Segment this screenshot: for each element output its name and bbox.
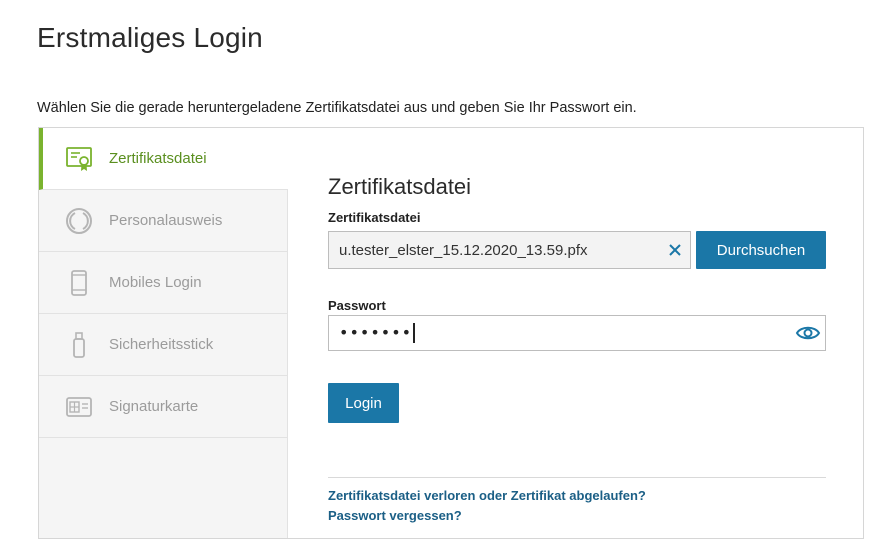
signature-card-icon [63,391,95,423]
lost-certificate-link[interactable]: Zertifikatsdatei verloren oder Zertifika… [328,488,646,503]
sidebar-item-personalausweis[interactable]: Personalausweis [39,190,287,252]
login-method-sidebar: Zertifikatsdatei Personalausweis Mobiles… [39,128,288,538]
eye-icon [795,326,821,340]
sidebar-item-sicherheitsstick[interactable]: Sicherheitsstick [39,314,287,376]
sidebar-item-zertifikatsdatei[interactable]: Zertifikatsdatei [39,128,288,190]
sidebar-item-signaturkarte[interactable]: Signaturkarte [39,376,287,438]
certificate-icon [63,143,95,175]
divider [328,477,826,478]
sidebar-item-mobiles-login[interactable]: Mobiles Login [39,252,287,314]
sidebar-item-label: Sicherheitsstick [109,336,214,353]
file-field-value: u.tester_elster_15.12.2020_13.59.pfx [339,241,588,259]
browse-button[interactable]: Durchsuchen [696,231,826,269]
id-card-icon [63,205,95,237]
intro-text: Wählen Sie die gerade heruntergeladene Z… [37,100,637,116]
close-icon [669,244,681,256]
clear-file-button[interactable] [660,235,690,265]
sidebar-item-label: Signaturkarte [109,398,199,415]
password-input[interactable]: ••••••• [328,315,826,351]
sidebar-item-label: Zertifikatsdatei [109,150,207,167]
login-button[interactable]: Login [328,383,399,423]
smartphone-icon [63,267,95,299]
sidebar-item-label: Mobiles Login [109,274,202,291]
show-password-button[interactable] [791,318,825,348]
password-value: ••••••• [339,323,791,344]
sidebar-item-label: Personalausweis [109,212,223,229]
password-field-label: Passwort [328,298,386,313]
sidebar-filler [39,438,287,538]
certificate-file-field[interactable]: u.tester_elster_15.12.2020_13.59.pfx [328,231,691,269]
login-form: Zertifikatsdatei Zertifikatsdatei u.test… [328,128,863,538]
usb-stick-icon [63,329,95,361]
forgot-password-link[interactable]: Passwort vergessen? [328,508,462,523]
section-title: Zertifikatsdatei [328,174,472,199]
login-panel: Zertifikatsdatei Personalausweis Mobiles… [38,127,864,539]
page-title: Erstmaliges Login [37,22,263,53]
file-field-label: Zertifikatsdatei [328,210,421,225]
